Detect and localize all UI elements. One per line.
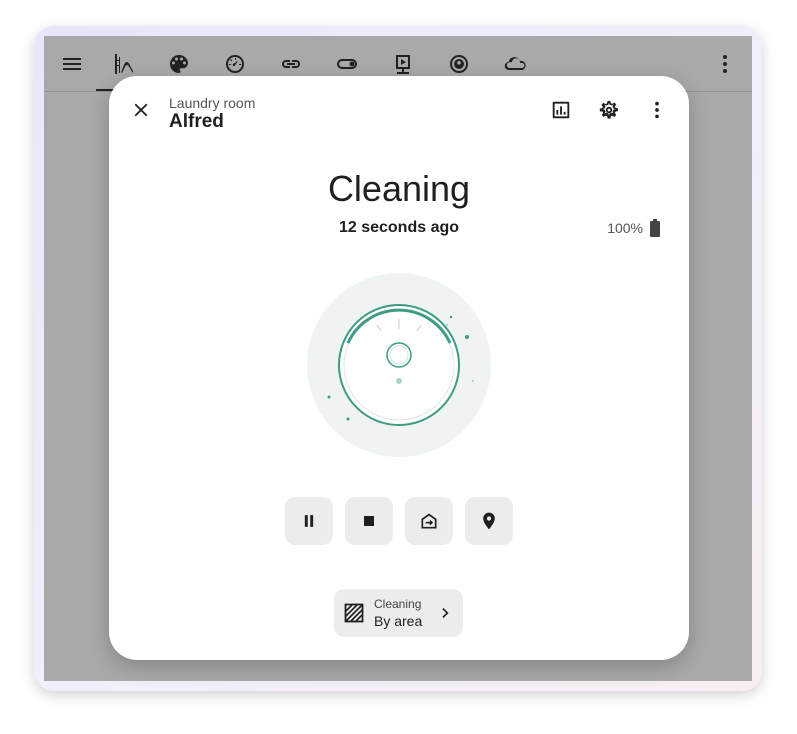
palette-icon[interactable] [166, 51, 192, 77]
slide-icon[interactable] [110, 51, 136, 77]
close-button[interactable] [125, 94, 157, 126]
stop-button[interactable] [345, 497, 393, 545]
cleaning-mode-select[interactable]: Cleaning By area [334, 589, 463, 637]
battery-level: 100% [607, 220, 643, 236]
vacuum-illustration [307, 273, 491, 457]
pause-button[interactable] [285, 497, 333, 545]
mode-label: Cleaning [374, 597, 422, 611]
close-icon [134, 103, 148, 117]
vacuum-state: Cleaning [327, 168, 471, 209]
chevron-right-icon [442, 608, 449, 618]
gear-icon [599, 100, 618, 119]
chart-icon [552, 101, 570, 119]
area-hatch-icon [344, 603, 364, 623]
more-info-dialog: Laundry room Alfred Cleaning 12 seconds … [109, 76, 689, 660]
entity-title: Alfred [169, 111, 224, 132]
mode-value: By area [374, 613, 423, 629]
more-vert-icon[interactable] [712, 51, 738, 77]
battery-status: 100% [607, 219, 663, 237]
return-home-button[interactable] [405, 497, 453, 545]
pause-icon [304, 515, 314, 527]
settings-button[interactable] [593, 94, 625, 126]
breadcrumb: Laundry room [169, 95, 256, 111]
link-icon[interactable] [278, 51, 304, 77]
more-options-button[interactable] [641, 94, 673, 126]
menu-icon[interactable] [59, 51, 85, 77]
locate-button[interactable] [465, 497, 513, 545]
gauge-icon[interactable] [222, 51, 248, 77]
map-marker-icon [483, 512, 495, 530]
more-vert-icon [655, 101, 659, 119]
last-changed: 12 seconds ago [338, 219, 460, 236]
cloud-icon[interactable] [502, 51, 528, 77]
toggle-icon[interactable] [334, 51, 360, 77]
history-button[interactable] [545, 94, 577, 126]
media-icon[interactable] [390, 51, 416, 77]
battery-icon [650, 219, 660, 237]
robot-vacuum-icon[interactable] [446, 51, 472, 77]
stop-icon [364, 516, 374, 526]
home-import-icon [421, 513, 437, 529]
